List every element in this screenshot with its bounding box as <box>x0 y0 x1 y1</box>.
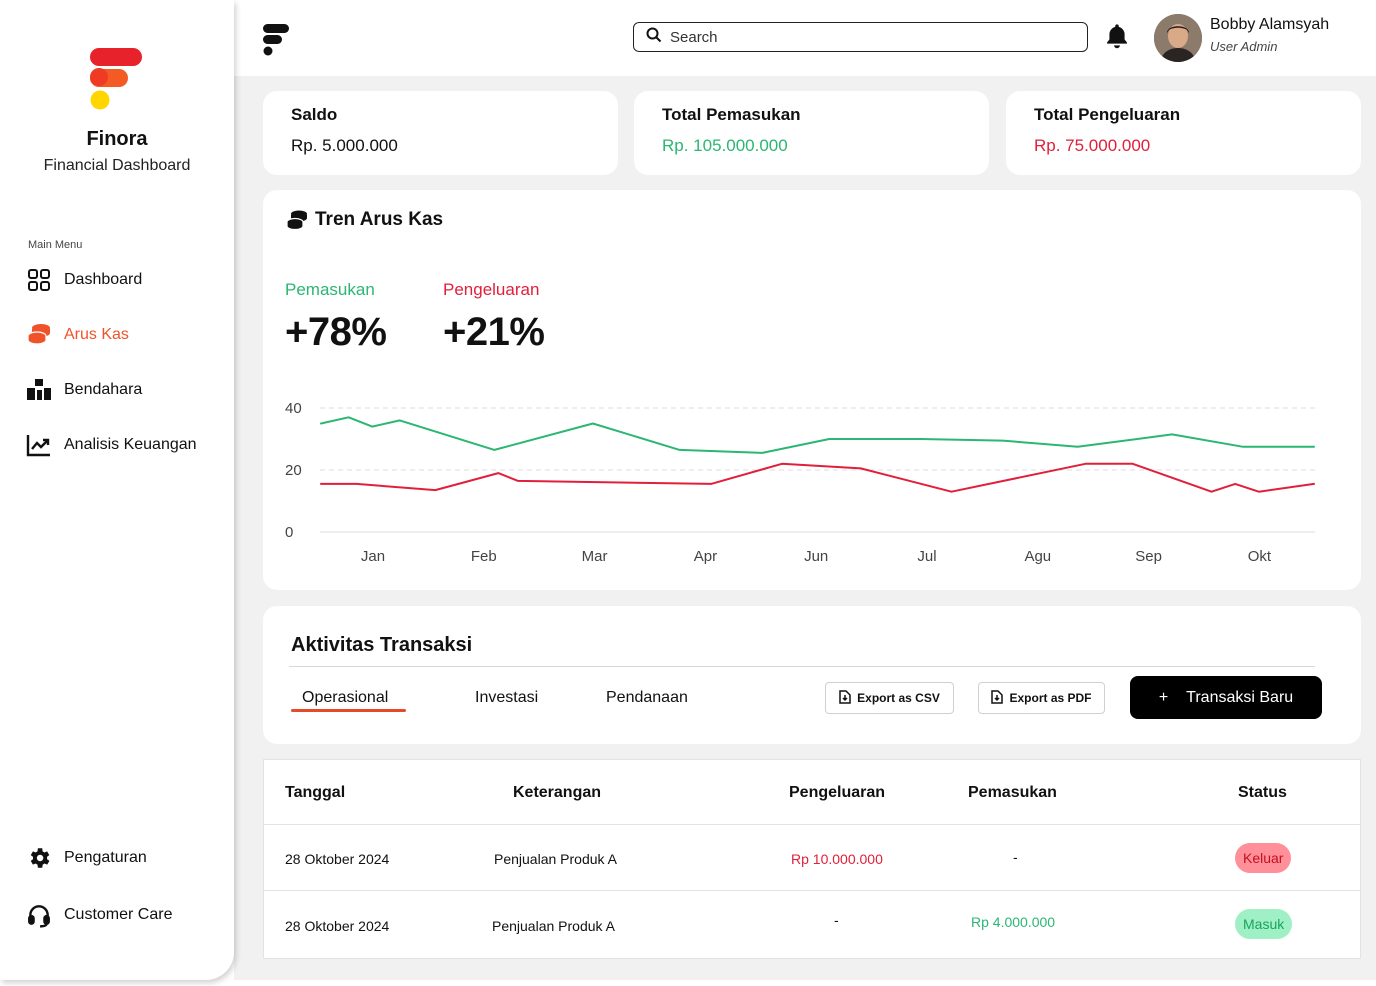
sidebar-item-label: Dashboard <box>64 271 143 288</box>
column-header-tanggal: Tanggal <box>285 784 346 801</box>
column-header-pemasukan: Pemasukan <box>968 784 1057 801</box>
x-tick-label: Jul <box>917 548 936 565</box>
search-input[interactable] <box>670 28 1070 46</box>
export-csv-label: Export as CSV <box>857 691 940 705</box>
brand-subtitle: Financial Dashboard <box>43 157 191 174</box>
series-line <box>320 416 1315 454</box>
status-badge: Masuk <box>1235 909 1293 939</box>
stat-label: Saldo <box>291 105 338 124</box>
row-divider <box>264 890 1360 891</box>
user-role: User Admin <box>1210 39 1278 54</box>
finora-logo-icon <box>90 48 142 110</box>
cell-income: Rp 4.000.000 <box>971 914 1056 930</box>
sidebar-item-arus-kas[interactable]: Arus Kas <box>26 320 129 350</box>
boxes-icon <box>26 377 52 403</box>
sidebar-item-label: Arus Kas <box>64 326 129 343</box>
x-tick-label: Jan <box>361 548 385 565</box>
section-title: Aktivitas Transaksi <box>291 634 473 656</box>
x-tick-label: Sep <box>1135 548 1162 565</box>
sidebar-item-label: Analisis Keuangan <box>64 436 197 453</box>
stat-value: Rp. 75.000.000 <box>1034 136 1151 155</box>
divider <box>289 666 1315 667</box>
income-percent: +78% <box>285 310 387 354</box>
x-tick-label: Agu <box>1024 548 1051 565</box>
coins-stack-icon <box>286 210 307 231</box>
export-csv-button[interactable]: Export as CSV <box>825 682 954 714</box>
x-tick-label: Apr <box>694 548 717 565</box>
finora-small-logo-icon[interactable] <box>263 24 291 56</box>
coins-icon <box>26 322 52 348</box>
y-tick-label: 0 <box>285 524 293 541</box>
cash-flow-line-chart: 0 20 40 Jan Feb Mar Apr Jun Jul Agu Sep Okt <box>285 400 1315 565</box>
cell-date: 28 Oktober 2024 <box>285 918 390 934</box>
sidebar-item-pengaturan[interactable]: Pengaturan <box>26 843 147 873</box>
cell-description: Penjualan Produk A <box>494 851 617 867</box>
income-legend-label: Pemasukan <box>285 280 375 299</box>
x-tick-label: Okt <box>1248 548 1272 565</box>
chart-title: Tren Arus Kas <box>315 209 444 230</box>
cash-flow-trend-card: Tren Arus Kas Pemasukan +78% Pengeluaran… <box>263 190 1361 590</box>
cell-income: - <box>1013 849 1018 865</box>
sidebar-item-dashboard[interactable]: Dashboard <box>26 265 142 295</box>
stat-card-total-pemasukan: Total Pemasukan Rp. 105.000.000 <box>634 91 989 175</box>
tab-operasional[interactable]: Operasional <box>302 689 388 707</box>
sidebar: Finora Financial Dashboard Main Menu Das… <box>0 0 234 980</box>
stat-label: Total Pemasukan <box>662 105 801 124</box>
file-export-icon <box>991 689 1004 707</box>
column-header-keterangan: Keterangan <box>513 784 602 801</box>
transactions-table: Tanggal Keterangan Pengeluaran Pemasukan… <box>263 759 1361 959</box>
file-export-icon <box>839 689 851 707</box>
column-header-pengeluaran: Pengeluaran <box>789 784 886 801</box>
sidebar-item-label: Bendahara <box>64 381 143 398</box>
export-pdf-label: Export as PDF <box>1009 691 1092 705</box>
stat-card-saldo: Saldo Rp. 5.000.000 <box>263 91 618 175</box>
sidebar-item-bendahara[interactable]: Bendahara <box>26 375 142 405</box>
x-tick-label: Jun <box>804 548 828 565</box>
tab-pendanaan[interactable]: Pendanaan <box>606 689 688 707</box>
cell-date: 28 Oktober 2024 <box>285 851 390 867</box>
active-tab-indicator <box>291 709 406 712</box>
series-line <box>320 462 1315 493</box>
user-name: Bobby Alamsyah <box>1210 16 1330 33</box>
expense-legend-label: Pengeluaran <box>443 280 540 299</box>
status-badge: Keluar <box>1235 843 1292 873</box>
x-tick-label: Feb <box>471 548 497 565</box>
export-pdf-button[interactable]: Export as PDF <box>978 682 1105 714</box>
stat-value: Rp. 105.000.000 <box>662 136 788 155</box>
expense-percent: +21% <box>443 310 545 354</box>
grid-icon <box>26 267 52 293</box>
sidebar-item-analisis-keuangan[interactable]: Analisis Keuangan <box>26 430 197 460</box>
sidebar-item-label: Pengaturan <box>64 849 147 866</box>
x-tick-label: Mar <box>582 548 608 565</box>
gear-icon <box>26 845 52 871</box>
stat-card-total-pengeluaran: Total Pengeluaran Rp. 75.000.000 <box>1006 91 1361 175</box>
column-header-status: Status <box>1238 784 1287 801</box>
plus-icon: + <box>1158 688 1169 706</box>
y-tick-label: 40 <box>285 400 302 417</box>
headset-icon <box>26 902 52 928</box>
cell-expense: Rp 10.000.000 <box>791 851 883 867</box>
new-transaction-button[interactable]: + Transaksi Baru <box>1130 676 1322 719</box>
y-tick-label: 20 <box>285 462 302 479</box>
search-icon <box>646 27 662 48</box>
brand-name: Finora <box>86 128 148 150</box>
main-menu-caption: Main Menu <box>28 239 83 251</box>
cell-expense: - <box>834 912 839 928</box>
notification-bell-icon[interactable] <box>1103 22 1131 50</box>
stat-value: Rp. 5.000.000 <box>291 136 398 155</box>
stat-label: Total Pengeluaran <box>1034 105 1181 124</box>
tab-investasi[interactable]: Investasi <box>475 689 538 707</box>
new-transaction-label: Transaksi Baru <box>1186 688 1294 706</box>
transaction-activity-card: Aktivitas Transaksi Operasional Investas… <box>263 606 1361 744</box>
cell-description: Penjualan Produk A <box>492 918 615 934</box>
avatar[interactable] <box>1154 14 1202 62</box>
row-divider <box>264 824 1360 825</box>
trending-chart-icon <box>26 432 52 458</box>
sidebar-item-customer-care[interactable]: Customer Care <box>26 900 172 930</box>
search-bar[interactable] <box>633 22 1088 52</box>
sidebar-item-label: Customer Care <box>64 906 173 923</box>
